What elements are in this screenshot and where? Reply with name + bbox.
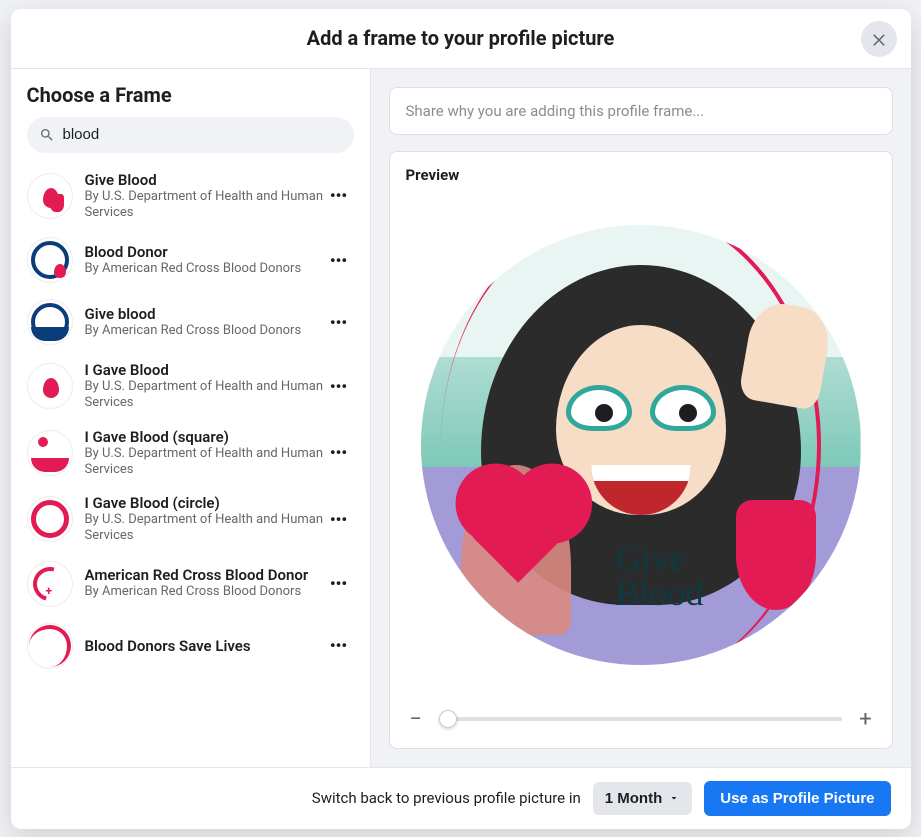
search-field[interactable] bbox=[27, 117, 354, 153]
frame-text: Blood Donors Save Lives bbox=[85, 637, 324, 655]
zoom-thumb[interactable] bbox=[439, 710, 457, 728]
frame-item[interactable]: Give BloodBy U.S. Department of Health a… bbox=[21, 163, 360, 230]
frame-byline: By U.S. Department of Health and Human S… bbox=[85, 379, 324, 412]
share-reason-input[interactable]: Share why you are adding this profile fr… bbox=[389, 87, 893, 135]
frame-text: I Gave BloodBy U.S. Department of Health… bbox=[85, 361, 324, 412]
frame-item[interactable]: Blood DonorBy American Red Cross Blood D… bbox=[21, 229, 360, 291]
frame-more-button[interactable]: ••• bbox=[324, 438, 354, 468]
preview-avatar: Give Blood bbox=[421, 225, 861, 665]
frame-more-button[interactable]: ••• bbox=[324, 631, 354, 661]
zoom-out-button[interactable]: − bbox=[406, 707, 426, 732]
frame-item[interactable]: I Gave Blood (square)By U.S. Department … bbox=[21, 420, 360, 487]
frame-name: Blood Donor bbox=[85, 243, 324, 261]
frame-thumb bbox=[27, 299, 73, 345]
frame-name: Give blood bbox=[85, 305, 324, 323]
frame-more-button[interactable]: ••• bbox=[324, 245, 354, 275]
zoom-slider[interactable] bbox=[440, 717, 842, 721]
frame-byline: By U.S. Department of Health and Human S… bbox=[85, 446, 324, 479]
frame-thumb bbox=[27, 430, 73, 476]
preview-box: Preview Give Blood bbox=[389, 151, 893, 749]
frame-item[interactable]: I Gave Blood (circle)By U.S. Department … bbox=[21, 486, 360, 553]
frame-more-button[interactable]: ••• bbox=[324, 504, 354, 534]
close-button[interactable] bbox=[861, 21, 897, 57]
frame-more-button[interactable]: ••• bbox=[324, 569, 354, 599]
frame-byline: By American Red Cross Blood Donors bbox=[85, 261, 324, 277]
search-wrap bbox=[11, 117, 370, 163]
frame-thumb bbox=[27, 623, 73, 669]
frame-text: Give bloodBy American Red Cross Blood Do… bbox=[85, 305, 324, 339]
frame-item[interactable]: I Gave BloodBy U.S. Department of Health… bbox=[21, 353, 360, 420]
frame-text: American Red Cross Blood DonorBy America… bbox=[85, 566, 324, 600]
duration-label: 1 Month bbox=[605, 790, 663, 807]
dialog-title: Add a frame to your profile picture bbox=[307, 26, 615, 50]
frame-byline: By American Red Cross Blood Donors bbox=[85, 584, 324, 600]
frame-thumb: + bbox=[27, 561, 73, 607]
frame-more-button[interactable]: ••• bbox=[324, 307, 354, 337]
frame-thumb bbox=[27, 496, 73, 542]
frame-name: Give Blood bbox=[85, 171, 324, 189]
zoom-in-button[interactable]: + bbox=[856, 707, 876, 732]
frame-text: I Gave Blood (circle)By U.S. Department … bbox=[85, 494, 324, 545]
frame-picker-panel: Choose a Frame Give BloodBy U.S. Departm… bbox=[11, 69, 371, 767]
frame-text: Blood DonorBy American Red Cross Blood D… bbox=[85, 243, 324, 277]
dialog-body: Choose a Frame Give BloodBy U.S. Departm… bbox=[11, 69, 911, 767]
frame-more-button[interactable]: ••• bbox=[324, 181, 354, 211]
frame-name: I Gave Blood (circle) bbox=[85, 494, 324, 512]
frame-thumb bbox=[27, 363, 73, 409]
frame-name: I Gave Blood (square) bbox=[85, 428, 324, 446]
dialog-footer: Switch back to previous profile picture … bbox=[11, 767, 911, 829]
choose-frame-title: Choose a Frame bbox=[11, 83, 370, 117]
frame-more-button[interactable]: ••• bbox=[324, 371, 354, 401]
frame-name: I Gave Blood bbox=[85, 361, 324, 379]
duration-dropdown[interactable]: 1 Month bbox=[593, 782, 693, 815]
frame-thumb bbox=[27, 237, 73, 283]
chevron-down-icon bbox=[668, 792, 680, 804]
frame-item[interactable]: Blood Donors Save Lives••• bbox=[21, 615, 360, 677]
frame-byline: By American Red Cross Blood Donors bbox=[85, 323, 324, 339]
dialog-header: Add a frame to your profile picture bbox=[11, 9, 911, 69]
frame-list[interactable]: Give BloodBy U.S. Department of Health a… bbox=[11, 163, 370, 767]
frame-dialog: Add a frame to your profile picture Choo… bbox=[11, 9, 911, 829]
frame-text: I Gave Blood (square)By U.S. Department … bbox=[85, 428, 324, 479]
frame-item[interactable]: Give bloodBy American Red Cross Blood Do… bbox=[21, 291, 360, 353]
frame-text: Give BloodBy U.S. Department of Health a… bbox=[85, 171, 324, 222]
switch-back-label: Switch back to previous profile picture … bbox=[312, 789, 581, 807]
frame-byline: By U.S. Department of Health and Human S… bbox=[85, 189, 324, 222]
frame-name: Blood Donors Save Lives bbox=[85, 637, 324, 655]
search-input[interactable] bbox=[63, 126, 342, 143]
use-as-profile-button[interactable]: Use as Profile Picture bbox=[704, 781, 890, 816]
close-icon bbox=[870, 30, 888, 48]
frame-item[interactable]: + American Red Cross Blood DonorBy Americ… bbox=[21, 553, 360, 615]
frame-name: American Red Cross Blood Donor bbox=[85, 566, 324, 584]
preview-panel: Share why you are adding this profile fr… bbox=[371, 69, 911, 767]
frame-thumb bbox=[27, 173, 73, 219]
frame-overlay-text: Give Blood bbox=[616, 542, 704, 610]
preview-image-area[interactable]: Give Blood bbox=[406, 196, 876, 695]
search-icon bbox=[39, 127, 55, 143]
frame-byline: By U.S. Department of Health and Human S… bbox=[85, 512, 324, 545]
zoom-control: − + bbox=[406, 707, 876, 732]
preview-title: Preview bbox=[406, 166, 876, 184]
